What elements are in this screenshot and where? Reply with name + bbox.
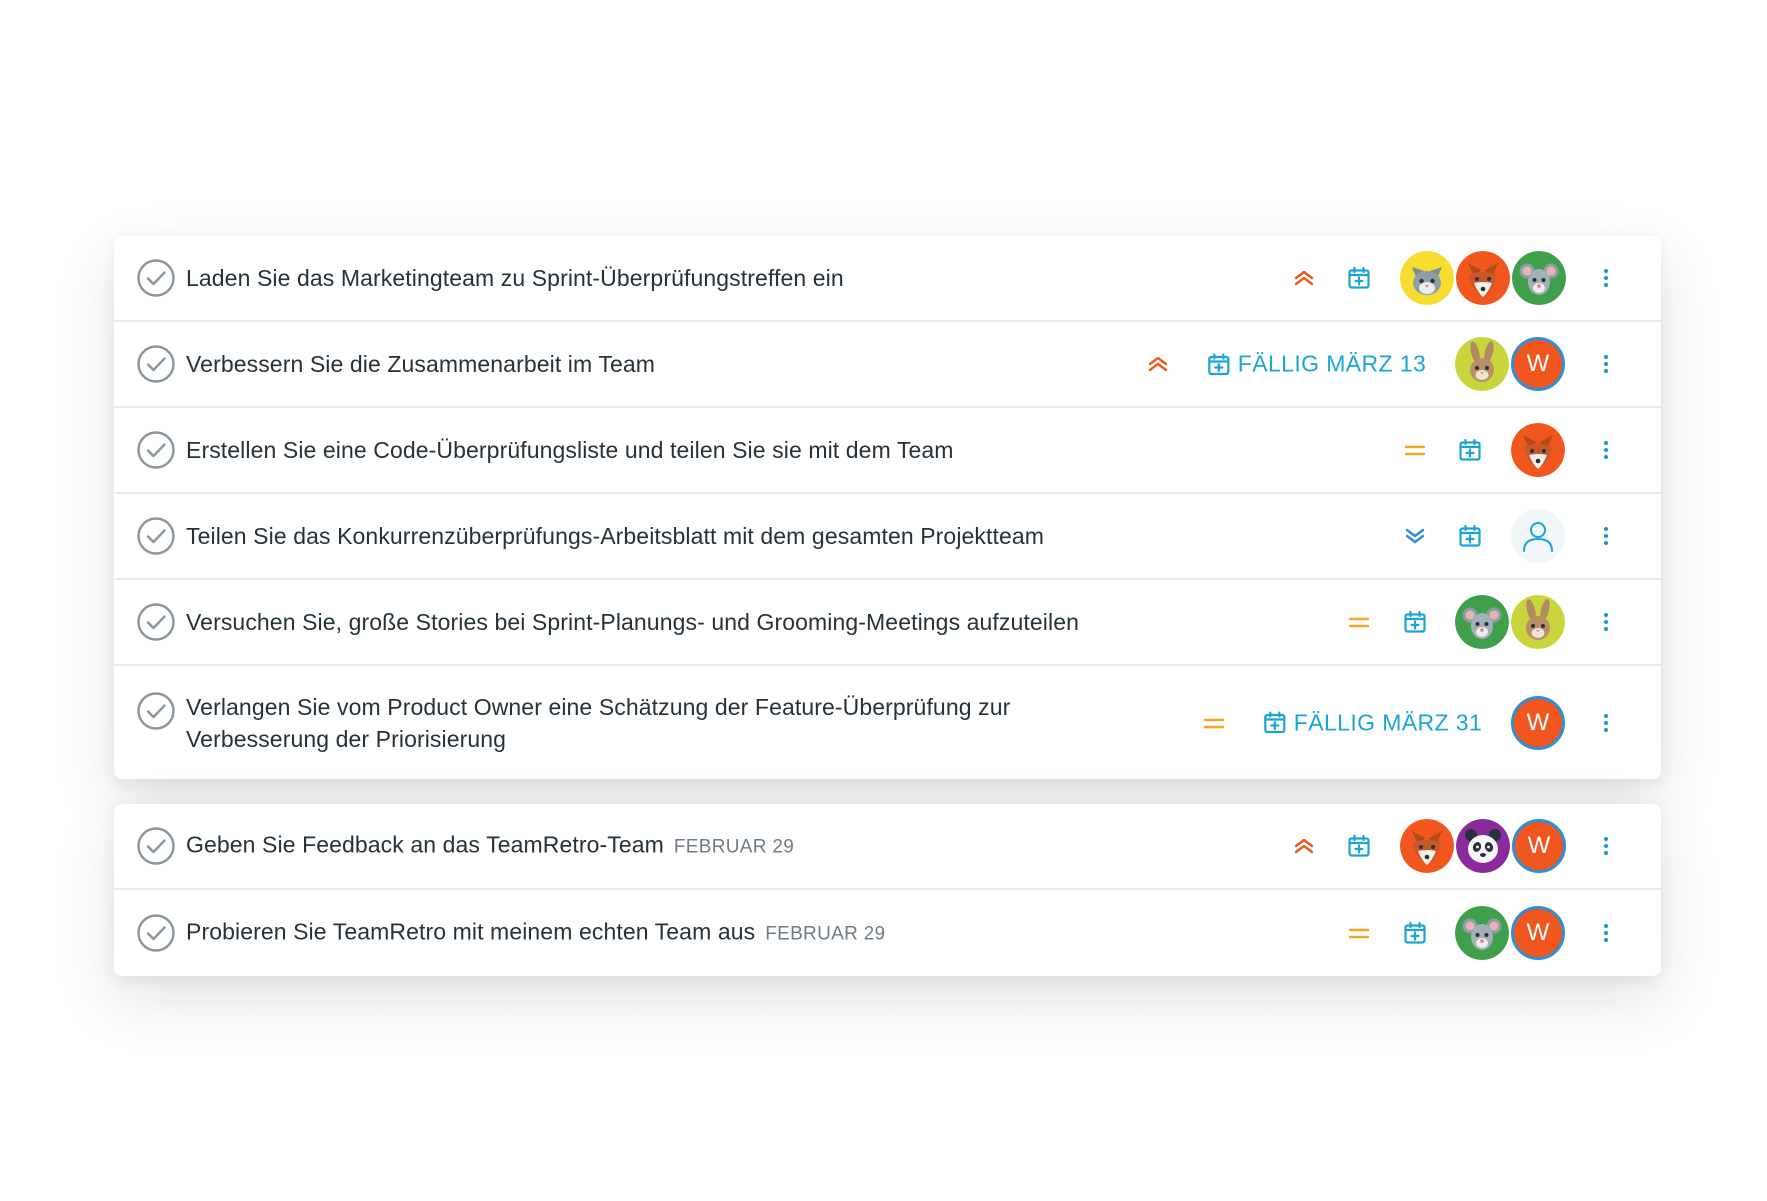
avatar-user-w[interactable]: W [1511, 906, 1565, 960]
assignees [1400, 251, 1566, 305]
more-options-icon[interactable] [1596, 349, 1616, 379]
complete-check-icon[interactable] [136, 913, 176, 953]
priority-medium-icon[interactable] [1197, 706, 1231, 740]
more-options-icon[interactable] [1596, 435, 1616, 465]
task-title[interactable]: Teilen Sie das Konkurrenzüberprüfungs-Ar… [186, 520, 1044, 552]
complete-check-icon[interactable] [136, 430, 176, 470]
priority-medium-icon[interactable] [1342, 605, 1376, 639]
priority-medium-icon[interactable] [1342, 916, 1376, 950]
task-title[interactable]: Laden Sie das Marketingteam zu Sprint-Üb… [186, 262, 844, 294]
task-date-tag: FEBRUAR 29 [673, 836, 795, 858]
task-row[interactable]: Erstellen Sie eine Code-Überprüfungslist… [114, 408, 1661, 494]
more-options-icon[interactable] [1596, 263, 1616, 293]
avatar-rabbit[interactable] [1455, 337, 1509, 391]
priority-high-icon[interactable] [1141, 347, 1175, 381]
avatar-user-w[interactable]: W [1512, 819, 1566, 873]
task-row[interactable]: Probieren Sie TeamRetro mit meinem echte… [114, 890, 1661, 976]
avatar-cat[interactable] [1400, 251, 1454, 305]
assignees [1455, 595, 1565, 649]
task-title-text: Versuchen Sie, große Stories bei Sprint-… [186, 609, 1080, 635]
complete-check-icon[interactable] [136, 344, 176, 384]
complete-check-icon[interactable] [136, 602, 176, 642]
complete-check-icon[interactable] [136, 516, 176, 556]
task-row[interactable]: Teilen Sie das Konkurrenzüberprüfungs-Ar… [114, 494, 1661, 580]
more-options-icon[interactable] [1596, 521, 1616, 551]
assignees: W [1455, 337, 1565, 391]
complete-check-icon[interactable] [136, 691, 176, 731]
avatar-user-w[interactable]: W [1511, 695, 1565, 750]
task-title-text: Geben Sie Feedback an das TeamRetro-Team [186, 831, 664, 858]
due-date-button[interactable]: FÄLLIG MÄRZ 13 [1206, 351, 1426, 378]
avatar-fox[interactable] [1400, 819, 1454, 873]
calendar-add-icon[interactable] [1342, 829, 1376, 863]
calendar-add-icon [1206, 351, 1232, 377]
priority-low-icon[interactable] [1398, 519, 1432, 553]
assignees [1511, 509, 1565, 563]
task-row[interactable]: Laden Sie das Marketingteam zu Sprint-Üb… [114, 236, 1661, 322]
add-assignee-icon[interactable] [1511, 509, 1565, 563]
task-row[interactable]: Versuchen Sie, große Stories bei Sprint-… [114, 580, 1661, 666]
action-list-open: Laden Sie das Marketingteam zu Sprint-Üb… [114, 236, 1661, 779]
assignees [1511, 423, 1565, 477]
calendar-add-icon[interactable] [1398, 916, 1432, 950]
task-title-text: Teilen Sie das Konkurrenzüberprüfungs-Ar… [186, 523, 1045, 549]
more-options-icon[interactable] [1596, 831, 1616, 861]
avatar-mouse[interactable] [1512, 251, 1566, 305]
task-title[interactable]: Verbessern Sie die Zusammenarbeit im Tea… [186, 348, 655, 380]
assignees: W [1400, 819, 1566, 873]
priority-high-icon[interactable] [1287, 261, 1321, 295]
assignees: W [1511, 695, 1565, 750]
calendar-add-icon[interactable] [1453, 519, 1487, 553]
task-title[interactable]: Verlangen Sie vom Product Owner eine Sch… [186, 691, 1086, 755]
priority-medium-icon[interactable] [1398, 433, 1432, 467]
task-row[interactable]: Verbessern Sie die Zusammenarbeit im Tea… [114, 322, 1661, 408]
more-options-icon[interactable] [1596, 918, 1616, 948]
task-title-text: Laden Sie das Marketingteam zu Sprint-Üb… [186, 265, 844, 291]
avatar-fox[interactable] [1511, 423, 1565, 477]
avatar-user-w[interactable]: W [1511, 337, 1565, 391]
task-row[interactable]: Geben Sie Feedback an das TeamRetro-Team… [114, 804, 1661, 890]
task-title-text: Probieren Sie TeamRetro mit meinem echte… [186, 918, 756, 945]
calendar-add-icon [1262, 710, 1288, 736]
avatar-rabbit[interactable] [1511, 595, 1565, 649]
calendar-add-icon[interactable] [1453, 433, 1487, 467]
priority-high-icon[interactable] [1287, 829, 1321, 863]
due-date-button[interactable]: FÄLLIG MÄRZ 31 [1262, 709, 1482, 736]
calendar-add-icon[interactable] [1398, 605, 1432, 639]
task-date-tag: FEBRUAR 29 [765, 923, 886, 945]
task-title-text: Verbessern Sie die Zusammenarbeit im Tea… [186, 351, 655, 377]
avatar-fox[interactable] [1456, 251, 1510, 305]
task-title-text: Verlangen Sie vom Product Owner eine Sch… [186, 693, 1011, 752]
due-date-label: FÄLLIG MÄRZ 31 [1293, 709, 1483, 735]
task-row[interactable]: Verlangen Sie vom Product Owner eine Sch… [114, 666, 1661, 779]
task-title[interactable]: Versuchen Sie, große Stories bei Sprint-… [186, 606, 1079, 638]
task-title[interactable]: Geben Sie Feedback an das TeamRetro-Team… [186, 829, 794, 864]
avatar-panda[interactable] [1456, 819, 1510, 873]
avatar-mouse[interactable] [1455, 906, 1509, 960]
avatar-mouse[interactable] [1455, 595, 1509, 649]
assignees: W [1455, 906, 1565, 960]
complete-check-icon[interactable] [136, 826, 176, 866]
more-options-icon[interactable] [1596, 607, 1616, 637]
task-title-text: Erstellen Sie eine Code-Überprüfungslist… [186, 437, 954, 463]
task-title[interactable]: Probieren Sie TeamRetro mit meinem echte… [186, 916, 885, 951]
due-date-label: FÄLLIG MÄRZ 13 [1237, 350, 1427, 377]
task-title[interactable]: Erstellen Sie eine Code-Überprüfungslist… [186, 434, 954, 466]
more-options-icon[interactable] [1596, 708, 1616, 738]
action-list-done: Geben Sie Feedback an das TeamRetro-Team… [114, 804, 1661, 976]
complete-check-icon[interactable] [136, 258, 176, 298]
calendar-add-icon[interactable] [1342, 261, 1376, 295]
